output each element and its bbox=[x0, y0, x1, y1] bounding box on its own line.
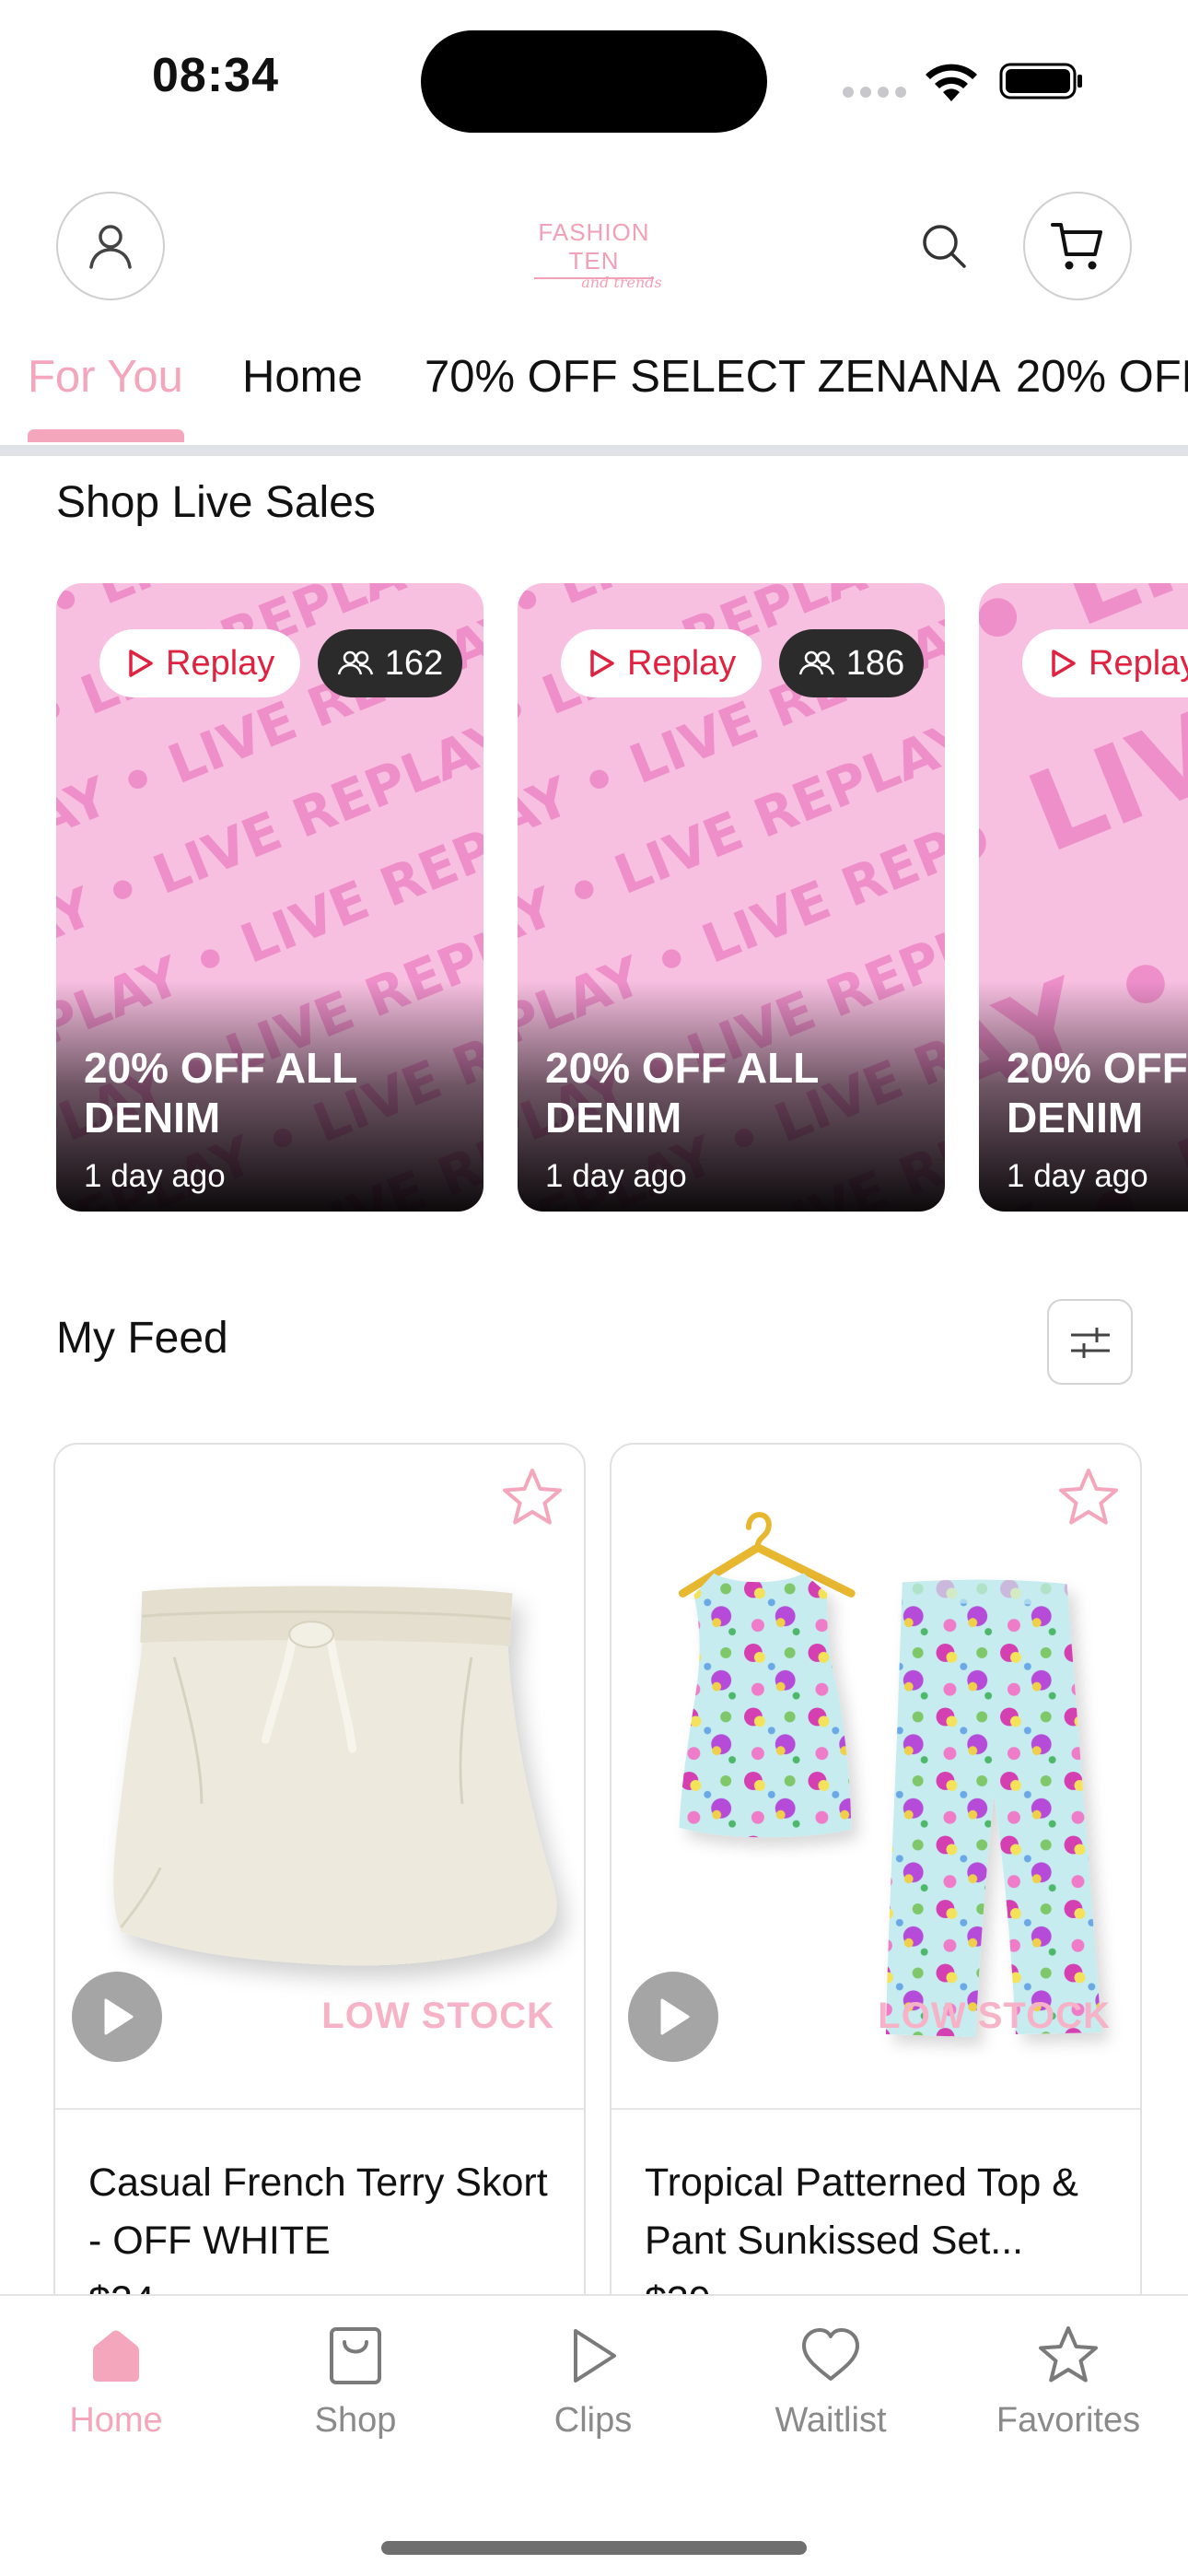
replay-badge: Replay bbox=[561, 629, 763, 697]
product-card[interactable]: LOW STOCK Casual French Terry Skort - OF… bbox=[53, 1443, 586, 2364]
category-tabs: For You Home 70% OFF SELECT ZENANA 20% O… bbox=[0, 336, 1188, 447]
replay-label: Replay bbox=[627, 643, 737, 683]
product-name[interactable]: Casual French Terry Skort - OFF WHITE bbox=[88, 2154, 558, 2270]
play-video-button[interactable] bbox=[628, 1972, 718, 2062]
status-time: 08:34 bbox=[152, 49, 279, 102]
live-sale-time: 1 day ago bbox=[1007, 1158, 1148, 1194]
viewers-icon bbox=[337, 650, 373, 675]
live-sale-time: 1 day ago bbox=[84, 1158, 226, 1194]
search-icon bbox=[923, 225, 966, 268]
live-sale-card[interactable]: LIVE REPLAY • LIVE REPLAY • LIVE REPLAY … bbox=[56, 583, 483, 1212]
viewer-count-badge: 186 bbox=[779, 629, 924, 697]
live-sale-title: 20% OFF ALL DENIM bbox=[1007, 1044, 1188, 1142]
tab-70-off-zenana[interactable]: 70% OFF SELECT ZENANA bbox=[425, 351, 1000, 403]
tabs-divider bbox=[0, 445, 1188, 456]
cart-button[interactable] bbox=[1023, 192, 1132, 300]
replay-label: Replay bbox=[1089, 643, 1188, 683]
app-header: FASHION TEN and trends bbox=[0, 189, 1188, 309]
live-sale-title: 20% OFF ALL DENIM bbox=[545, 1044, 819, 1142]
nav-item-favorites[interactable]: Favorites bbox=[967, 2324, 1170, 2441]
logo-subtext: and trends bbox=[581, 274, 662, 291]
nav-label: Home bbox=[69, 2401, 163, 2440]
shopping-bag-icon bbox=[330, 2327, 381, 2384]
product-name[interactable]: Tropical Patterned Top & Pant Sunkissed … bbox=[645, 2154, 1114, 2270]
sliders-icon bbox=[1070, 1327, 1110, 1358]
replay-badge: Replay bbox=[99, 629, 301, 697]
viewers-icon bbox=[798, 650, 834, 675]
brand-logo: FASHION TEN and trends bbox=[516, 218, 672, 291]
nav-label: Clips bbox=[553, 2401, 633, 2440]
favorite-star-icon[interactable] bbox=[1055, 1465, 1122, 1531]
status-bar: 08:34 bbox=[0, 0, 1188, 157]
nav-item-clips[interactable]: Clips bbox=[492, 2324, 694, 2441]
tab-home[interactable]: Home bbox=[242, 351, 363, 403]
star-icon bbox=[1039, 2326, 1098, 2383]
viewer-count: 186 bbox=[845, 643, 905, 683]
dynamic-island bbox=[421, 30, 767, 133]
section-title-my-feed: My Feed bbox=[56, 1314, 228, 1363]
play-outline-icon bbox=[590, 650, 614, 677]
nav-label: Waitlist bbox=[775, 2401, 887, 2440]
play-outline-icon bbox=[129, 650, 153, 677]
heart-icon bbox=[802, 2328, 859, 2381]
stock-status-badge: LOW STOCK bbox=[321, 1996, 554, 2036]
wifi-icon bbox=[926, 64, 977, 101]
live-sale-card[interactable]: LIVE REPLAY • LIVE REPLAY • LIVE REPLAY … bbox=[979, 583, 1188, 1212]
viewer-count: 162 bbox=[384, 643, 444, 683]
nav-item-waitlist[interactable]: Waitlist bbox=[729, 2324, 932, 2441]
favorite-star-icon[interactable] bbox=[499, 1465, 565, 1531]
play-video-button[interactable] bbox=[72, 1972, 162, 2062]
replay-label: Replay bbox=[166, 643, 275, 683]
filter-button[interactable] bbox=[1047, 1299, 1133, 1385]
live-sale-title: 20% OFF ALL DENIM bbox=[84, 1044, 357, 1142]
bottom-navigation: Home Shop Clips Waitlist Favorites bbox=[0, 2294, 1188, 2576]
nav-item-shop[interactable]: Shop bbox=[254, 2324, 457, 2441]
play-outline-icon bbox=[1052, 650, 1076, 677]
active-tab-indicator bbox=[28, 429, 184, 442]
tab-for-you[interactable]: For You bbox=[28, 351, 183, 403]
user-icon bbox=[89, 225, 132, 269]
viewer-count-badge: 162 bbox=[318, 629, 462, 697]
play-icon bbox=[660, 1998, 690, 2035]
nav-item-home[interactable]: Home bbox=[15, 2324, 217, 2441]
search-button[interactable] bbox=[912, 214, 976, 278]
nav-label: Shop bbox=[314, 2401, 397, 2440]
cart-icon bbox=[1051, 223, 1102, 270]
play-icon bbox=[104, 1998, 134, 2035]
logo-text: FASHION TEN bbox=[538, 218, 650, 275]
profile-button[interactable] bbox=[56, 192, 165, 300]
nav-label: Favorites bbox=[996, 2401, 1141, 2440]
section-title-live-sales: Shop Live Sales bbox=[56, 478, 376, 527]
live-sale-card[interactable]: LIVE REPLAY • LIVE REPLAY • LIVE REPLAY … bbox=[518, 583, 945, 1212]
live-sale-time: 1 day ago bbox=[545, 1158, 687, 1194]
product-card[interactable]: LOW STOCK Tropical Patterned Top & Pant … bbox=[610, 1443, 1142, 2364]
stock-status-badge: LOW STOCK bbox=[878, 1996, 1111, 2036]
replay-badge: Replay bbox=[1022, 629, 1188, 697]
home-icon bbox=[93, 2330, 139, 2382]
tab-20-off[interactable]: 20% OFF bbox=[1016, 351, 1188, 403]
cellular-signal-icon bbox=[843, 87, 906, 98]
home-indicator bbox=[381, 2541, 807, 2555]
battery-icon bbox=[999, 63, 1082, 100]
play-icon bbox=[574, 2329, 616, 2383]
